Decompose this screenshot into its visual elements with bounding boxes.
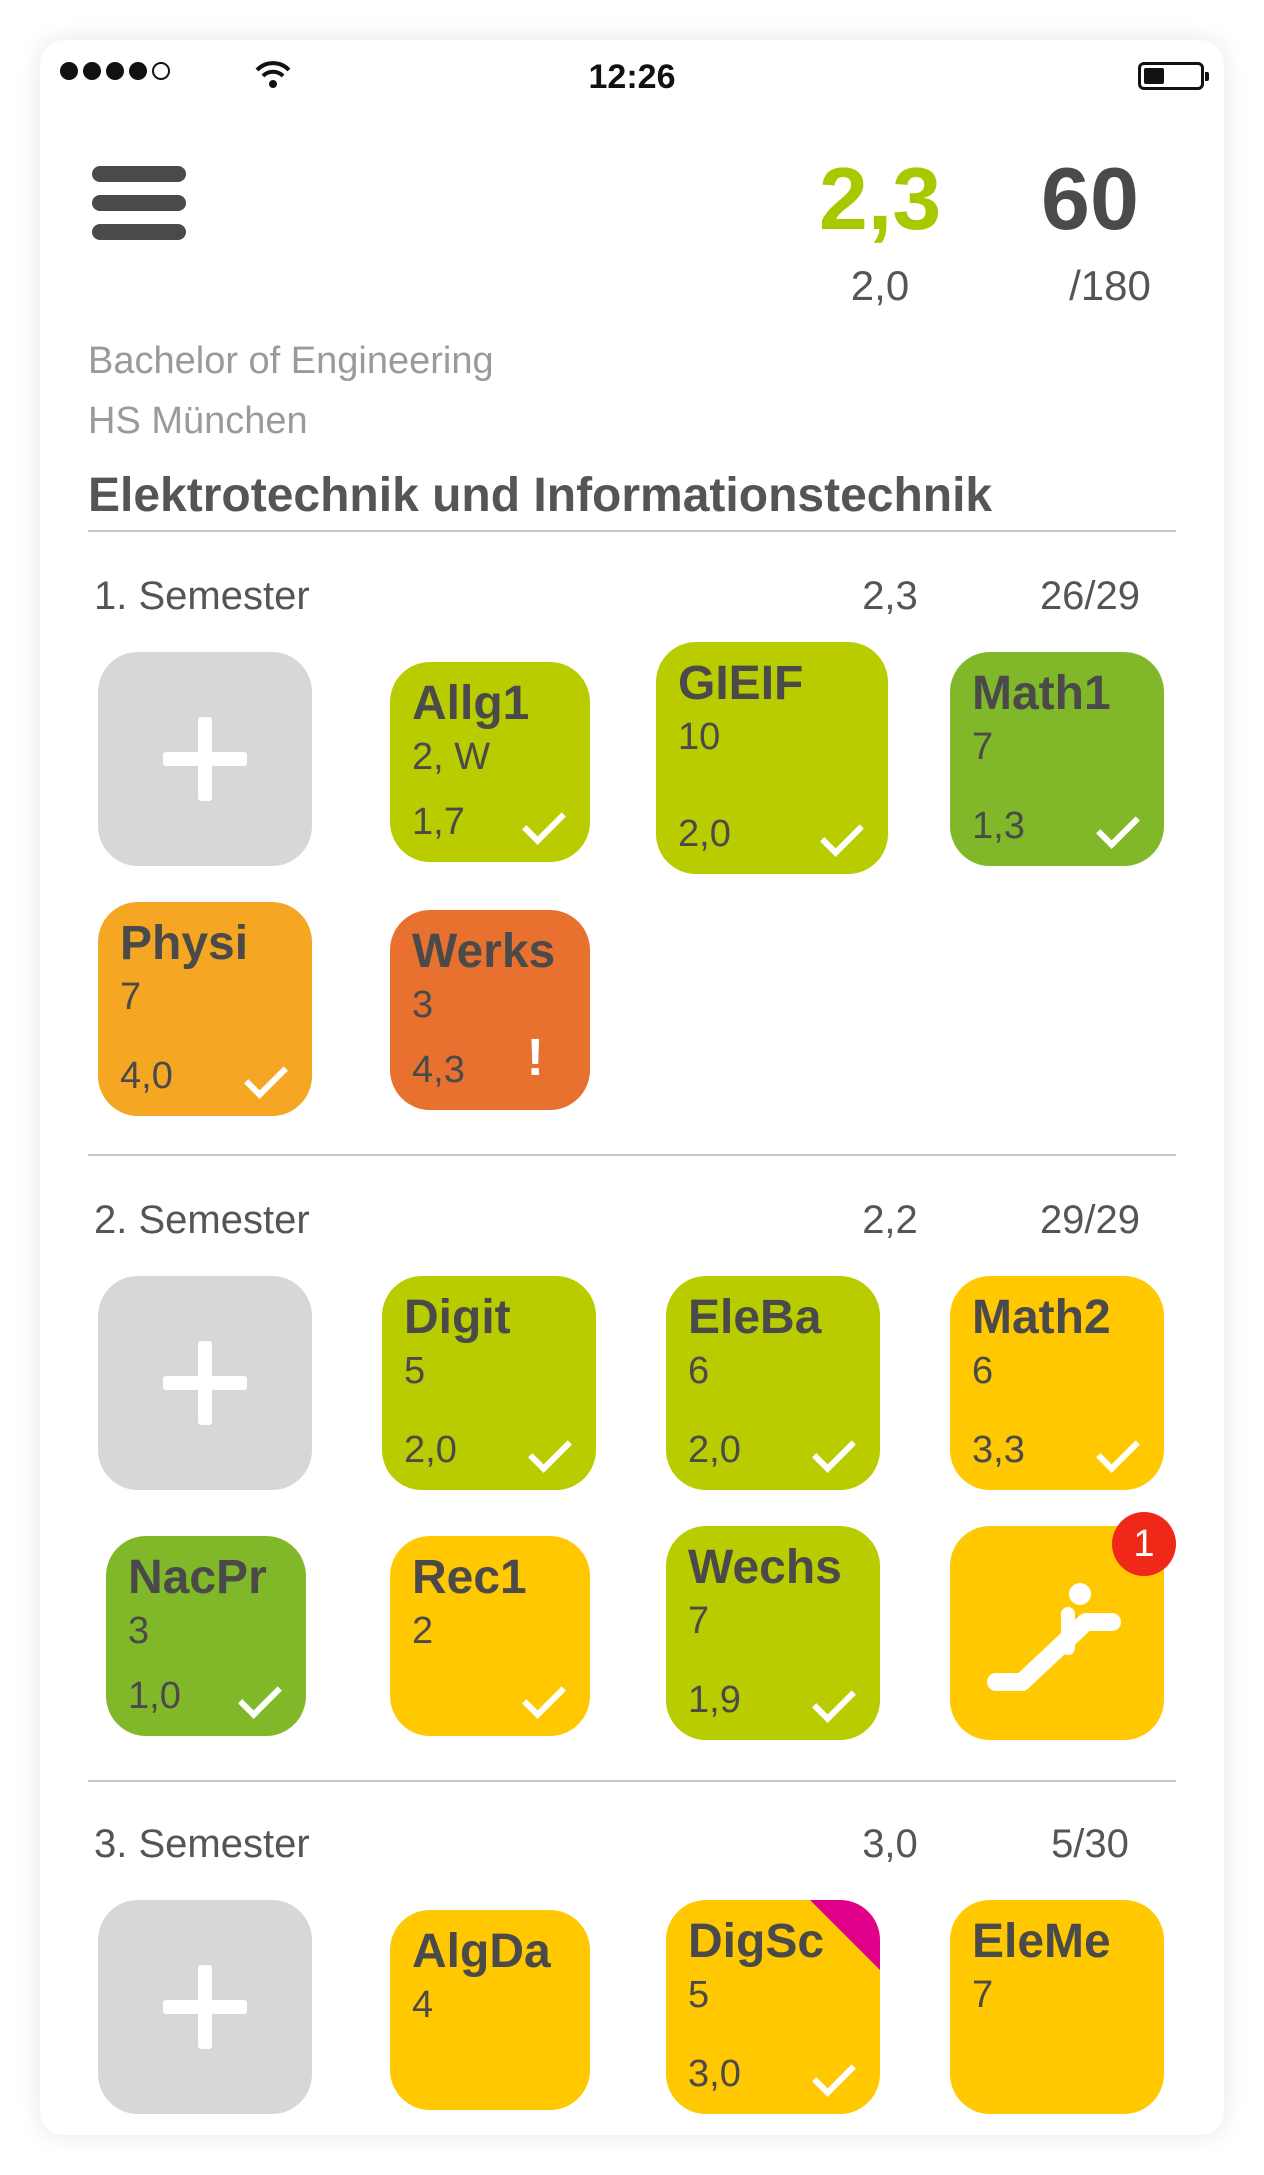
module-credits: 2, W (412, 736, 491, 778)
module-tile[interactable]: Math1 7 1,3 (950, 652, 1164, 866)
notification-badge: 1 (1112, 1512, 1176, 1576)
module-tile[interactable]: Allg1 2, W 1,7 (390, 662, 590, 862)
module-abbr: AlgDa (412, 1925, 551, 1978)
divider (88, 530, 1176, 532)
module-abbr: Werks (412, 925, 556, 978)
divider (88, 1780, 1176, 1782)
semester-grade: 3,0 (862, 1822, 918, 1866)
module-abbr: NacPr (128, 1551, 267, 1604)
battery-icon (1138, 62, 1209, 90)
semester-title: 1. Semester (94, 574, 310, 618)
semester-grade: 2,3 (862, 574, 918, 618)
check-icon (244, 1055, 288, 1099)
module-grade: 2,0 (678, 813, 731, 855)
module-tile[interactable]: Digit 5 2,0 (382, 1276, 596, 1490)
credits-total: /180 (1069, 262, 1151, 309)
module-credits: 6 (688, 1350, 710, 1392)
average-grade: 2,3 (818, 149, 942, 248)
module-credits: 5 (688, 1974, 710, 2016)
module-tile[interactable]: Rec1 2 (390, 1536, 590, 1736)
module-credits: 5 (404, 1350, 426, 1392)
module-abbr: Allg1 (412, 677, 530, 730)
module-credits: 7 (972, 1974, 994, 2016)
module-tile[interactable]: Wechs 7 1,9 (666, 1526, 880, 1740)
app-screen: 12:26 2,3 2,0 60 /180 Bachelor of Engine… (40, 40, 1224, 2135)
divider (88, 1154, 1176, 1156)
check-icon (522, 1675, 566, 1719)
module-grade: 1,3 (972, 805, 1025, 847)
add-module-button[interactable] (98, 652, 312, 866)
module-tile[interactable]: DigSc 5 3,0 (666, 1900, 880, 2114)
add-module-button[interactable] (98, 1900, 312, 2114)
module-tile[interactable]: EleBa 6 2,0 (666, 1276, 880, 1490)
module-credits: 7 (688, 1600, 710, 1642)
school-label: HS München (88, 400, 308, 442)
module-tile[interactable]: EleMe 7 (950, 1900, 1164, 2114)
status-bar: 12:26 (40, 40, 1224, 110)
module-credits: 2 (412, 1610, 434, 1652)
module-grade: 1,9 (688, 1679, 741, 1721)
status-time: 12:26 (588, 58, 676, 96)
module-abbr: Math2 (972, 1291, 1111, 1344)
module-grade: 1,0 (128, 1675, 181, 1717)
reference-grade: 2,0 (850, 262, 910, 309)
check-icon (1096, 805, 1140, 849)
check-icon (528, 1429, 572, 1473)
add-module-button[interactable] (98, 1276, 312, 1490)
module-grade: 4,0 (120, 1055, 173, 1097)
module-credits: 7 (120, 976, 142, 1018)
module-tile[interactable]: AlgDa 4 (390, 1910, 590, 2110)
module-abbr: Math1 (972, 667, 1111, 720)
escalator-icon (987, 1583, 1121, 1691)
semester-title: 2. Semester (94, 1198, 310, 1242)
module-tile[interactable]: GIEIF 10 2,0 (656, 642, 888, 874)
module-abbr: DigSc (688, 1915, 825, 1968)
module-abbr: Digit (404, 1291, 511, 1344)
semester-credits: 29/29 (1039, 1198, 1141, 1242)
module-credits: 7 (972, 726, 994, 768)
module-grade: 2,0 (404, 1429, 457, 1471)
credits-earned: 60 (1041, 149, 1139, 248)
module-credits: 6 (972, 1350, 994, 1392)
check-icon (820, 813, 864, 857)
module-tile[interactable]: NacPr 3 1,0 (106, 1536, 306, 1736)
module-tile[interactable]: Physi 7 4,0 (98, 902, 312, 1116)
semester-grade: 2,2 (862, 1198, 918, 1242)
check-icon (1096, 1429, 1140, 1473)
warning-icon: ! (526, 1029, 544, 1087)
module-tile[interactable]: Werks 3 4,3 ! (390, 910, 590, 1110)
module-grade: 3,0 (688, 2053, 741, 2095)
menu-icon[interactable] (92, 166, 186, 240)
module-abbr: EleMe (972, 1915, 1111, 1968)
check-icon (522, 801, 566, 845)
module-abbr: Rec1 (412, 1551, 527, 1604)
module-credits: 3 (128, 1610, 150, 1652)
module-grade: 2,0 (688, 1429, 741, 1471)
check-icon (238, 1675, 282, 1719)
check-icon (812, 1429, 856, 1473)
module-abbr: Wechs (688, 1541, 842, 1594)
module-abbr: Physi (120, 917, 249, 970)
module-tile[interactable]: Math2 6 3,3 (950, 1276, 1164, 1490)
module-abbr: EleBa (688, 1291, 822, 1344)
program-title: Elektrotechnik und Informationstechnik (88, 469, 993, 522)
module-credits: 3 (412, 984, 434, 1026)
check-icon (812, 2053, 856, 2097)
module-grade: 3,3 (972, 1429, 1025, 1471)
degree-label: Bachelor of Engineering (88, 340, 494, 382)
module-abbr: GIEIF (678, 657, 804, 710)
check-icon (812, 1679, 856, 1723)
module-grade: 4,3 (412, 1049, 465, 1091)
semester-credits: 5/30 (1051, 1822, 1129, 1866)
module-credits: 10 (678, 716, 721, 758)
module-grade: 1,7 (412, 801, 465, 843)
semester-title: 3. Semester (94, 1822, 310, 1866)
module-credits: 4 (412, 1984, 434, 2026)
semester-credits: 26/29 (1039, 574, 1141, 618)
